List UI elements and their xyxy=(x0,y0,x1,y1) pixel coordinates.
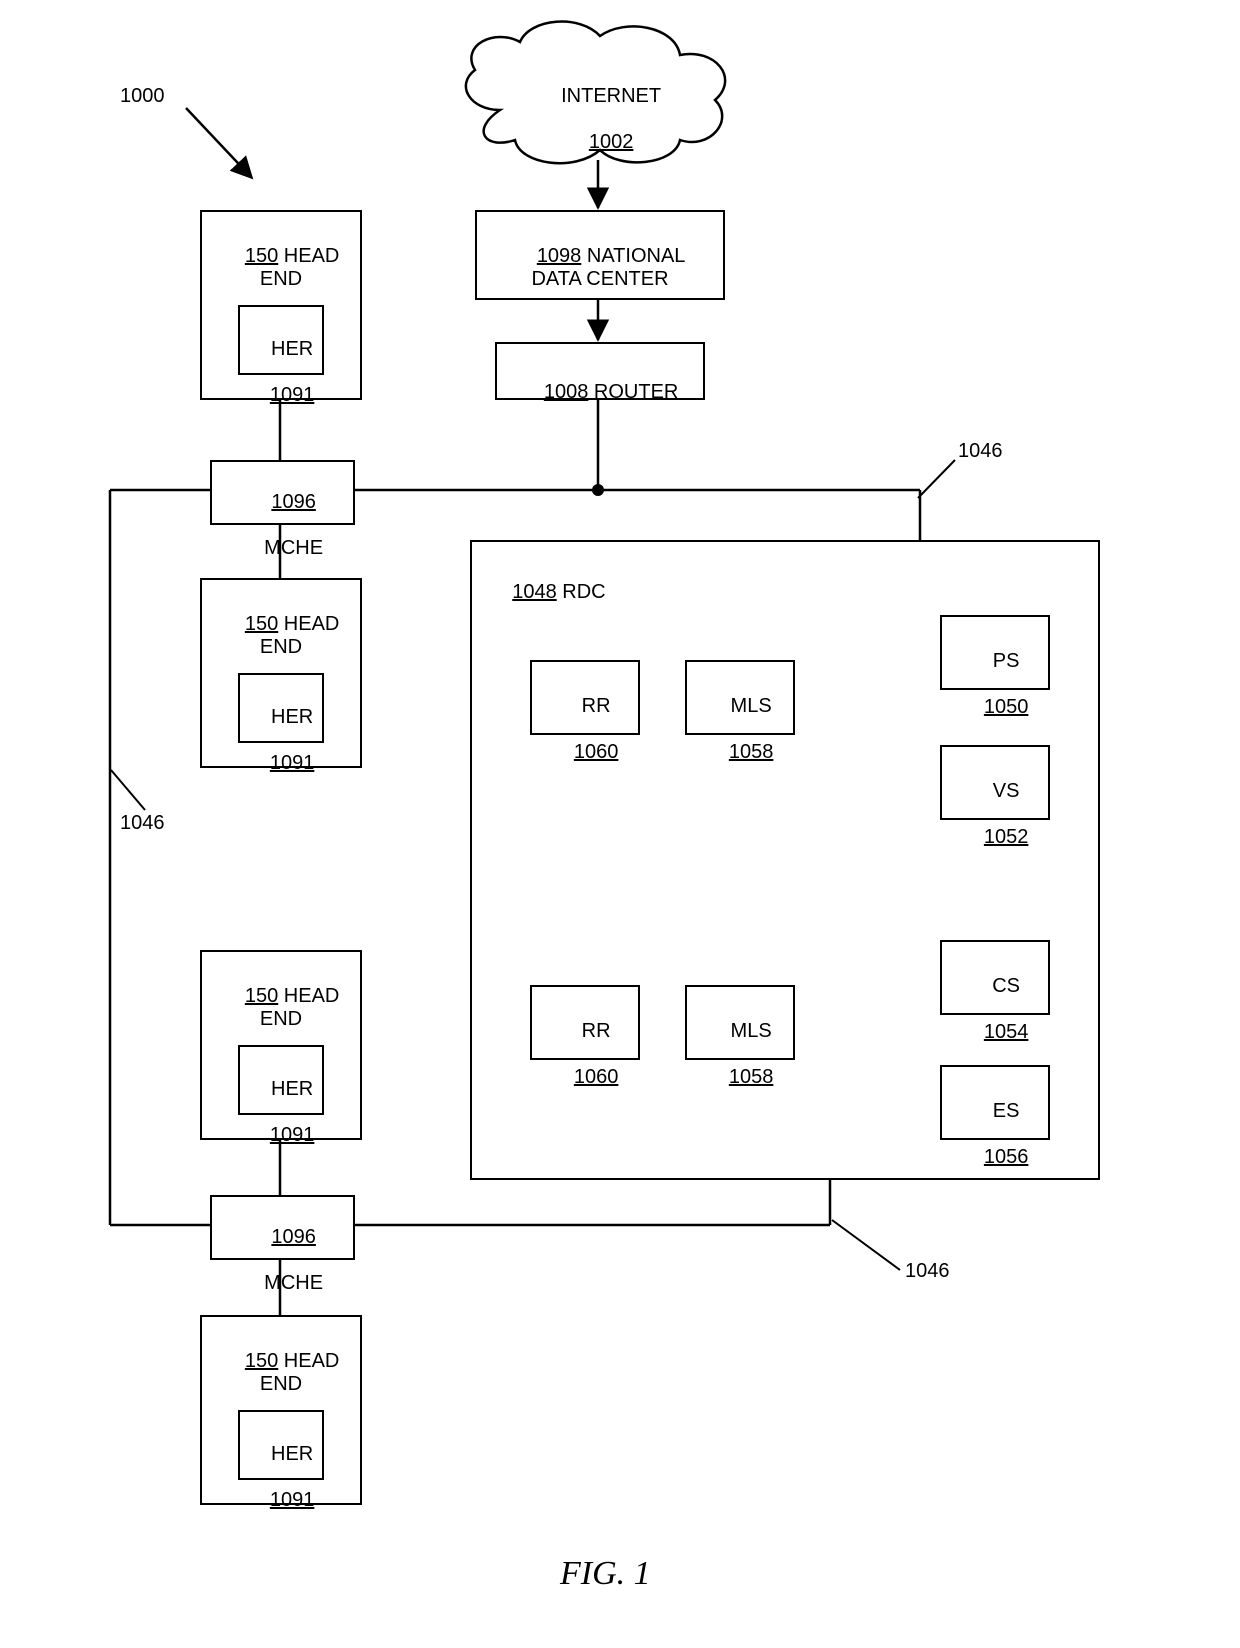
mche-name: MCHE xyxy=(264,537,323,559)
mls-id: 1058 xyxy=(729,1066,774,1088)
headend-id: 150 xyxy=(245,1350,278,1372)
cs-id: 1054 xyxy=(984,1021,1029,1043)
ndc-id: 1098 xyxy=(537,245,582,267)
her-name: HER xyxy=(271,1078,313,1100)
ref-1000: 1000 xyxy=(120,85,165,108)
mche-label: 1096 MCHE xyxy=(210,468,355,583)
rr-id: 1060 xyxy=(574,741,619,763)
vs-label: VS 1052 xyxy=(940,757,1050,872)
her-id: 1091 xyxy=(270,1124,315,1146)
her-id: 1091 xyxy=(270,752,315,774)
headend-id: 150 xyxy=(245,245,278,267)
rr-name: RR xyxy=(582,695,611,717)
headend-label: 150 HEAD END xyxy=(210,222,352,314)
mche-id: 1096 xyxy=(271,491,316,513)
her-id: 1091 xyxy=(270,384,315,406)
her-name: HER xyxy=(271,338,313,360)
mls-name: MLS xyxy=(731,1020,772,1042)
rdc-id: 1048 xyxy=(512,581,557,603)
ref-1046-lower-right: 1046 xyxy=(905,1260,950,1283)
headend-label: 150 HEAD END xyxy=(210,962,352,1054)
headend-label: 150 HEAD END xyxy=(210,590,352,682)
her-name: HER xyxy=(271,706,313,728)
ndc-label: 1098 NATIONAL DATA CENTER xyxy=(485,222,715,314)
router-id: 1008 xyxy=(544,381,589,403)
her-name: HER xyxy=(271,1443,313,1465)
rdc-name: RDC xyxy=(562,581,605,603)
ps-label: PS 1050 xyxy=(940,627,1050,742)
es-id: 1056 xyxy=(984,1146,1029,1168)
router-label: 1008 ROUTER xyxy=(505,358,695,427)
ref-1046-left: 1046 xyxy=(120,812,165,835)
mls-label: MLS 1058 xyxy=(685,672,795,787)
router-name: ROUTER xyxy=(594,381,678,403)
headend-id: 150 xyxy=(245,613,278,635)
her-id: 1091 xyxy=(270,1489,315,1511)
rr-name: RR xyxy=(582,1020,611,1042)
figure-label: FIG. 1 xyxy=(560,1555,651,1593)
her-label: HER 1091 xyxy=(238,1420,324,1535)
mls-name: MLS xyxy=(731,695,772,717)
ref-1046-upper-right: 1046 xyxy=(958,440,1003,463)
rr-id: 1060 xyxy=(574,1066,619,1088)
es-name: ES xyxy=(993,1100,1020,1122)
cs-name: CS xyxy=(992,975,1020,997)
ps-name: PS xyxy=(993,650,1020,672)
internet-name: INTERNET xyxy=(561,85,661,107)
vs-name: VS xyxy=(993,780,1020,802)
mls-id: 1058 xyxy=(729,741,774,763)
mls-label: MLS 1058 xyxy=(685,997,795,1112)
rdc-label: 1048 RDC xyxy=(490,558,606,627)
mche-id: 1096 xyxy=(271,1226,316,1248)
her-label: HER 1091 xyxy=(238,683,324,798)
rr-label: RR 1060 xyxy=(530,672,640,787)
internet-label: INTERNET 1002 xyxy=(525,62,675,177)
vs-id: 1052 xyxy=(984,826,1029,848)
headend-label: 150 HEAD END xyxy=(210,1327,352,1419)
mche-name: MCHE xyxy=(264,1272,323,1294)
cs-label: CS 1054 xyxy=(940,952,1050,1067)
internet-id: 1002 xyxy=(589,131,634,153)
headend-id: 150 xyxy=(245,985,278,1007)
her-label: HER 1091 xyxy=(238,315,324,430)
es-label: ES 1056 xyxy=(940,1077,1050,1192)
ps-id: 1050 xyxy=(984,696,1029,718)
her-label: HER 1091 xyxy=(238,1055,324,1170)
mche-label: 1096 MCHE xyxy=(210,1203,355,1318)
rr-label: RR 1060 xyxy=(530,997,640,1112)
diagram-canvas: INTERNET 1002 1000 1098 NATIONAL DATA CE… xyxy=(0,0,1240,1648)
